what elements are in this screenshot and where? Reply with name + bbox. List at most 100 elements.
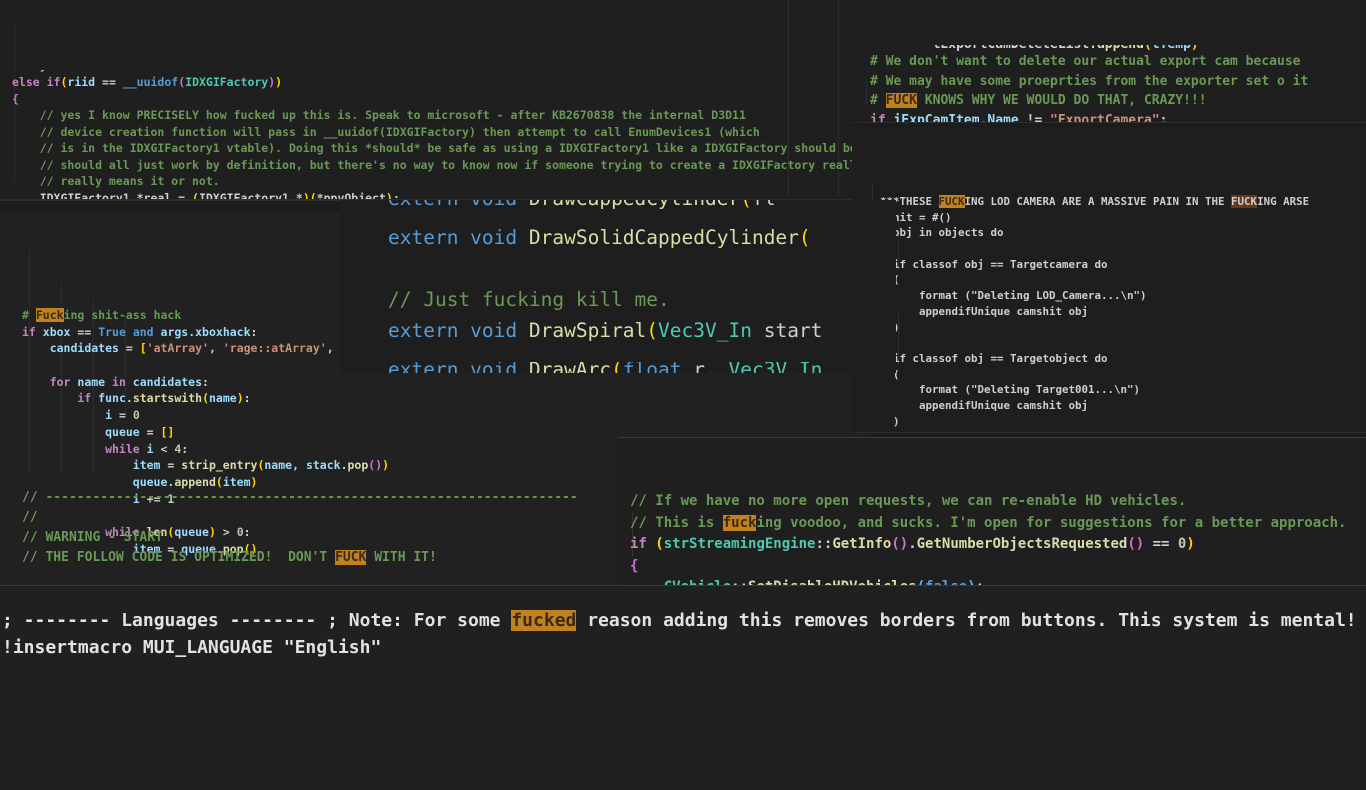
code-segment: < <box>153 441 175 456</box>
code-line: if iExpCamItem.Name != "ExportCamera": <box>870 111 1366 123</box>
panel-lod-camera: --***THESE FUCKING LOD CAMERA ARE A MASS… <box>852 127 1366 433</box>
find-match-highlight: Fuck <box>35 308 64 322</box>
code-segment: item <box>222 474 251 489</box>
code-segment: () <box>368 458 383 473</box>
code-segment: "ExportCamera" <box>1050 112 1160 123</box>
code-segment: ) <box>867 414 900 428</box>
code-segment: ( <box>646 319 659 342</box>
find-match-highlight: fucked <box>511 610 577 631</box>
code-segment: ( <box>192 190 199 201</box>
code-line: ) <box>867 320 1366 336</box>
code-segment: ) <box>1191 45 1199 52</box>
code-line: format ("Deleting Target001...\n") <box>867 382 1366 398</box>
code-line: if func.startswith(name): <box>22 390 870 407</box>
code-line: // really means it or not. <box>12 173 860 190</box>
code-segment: WITH IT! <box>366 550 437 565</box>
code-segment: pop <box>347 458 369 473</box>
code-segment: float <box>623 362 682 373</box>
panel-nsis-languages: ; -------- Languages -------- ; Note: Fo… <box>0 585 1366 790</box>
panel-hd-vehicles: // If we have no more open requests, we … <box>618 437 1366 589</box>
code-segment: ( <box>1144 45 1152 52</box>
code-segment: if <box>22 324 43 339</box>
code-line: for name in candidates: <box>22 374 870 391</box>
panel-optimized-warning: // -------------------------------------… <box>22 488 722 578</box>
code-segment: riid <box>67 75 96 89</box>
code-line: i = 0 <box>22 407 870 424</box>
code-segment: Vec3V_In <box>658 319 752 342</box>
code-segment: [] <box>160 424 175 439</box>
code-segment: strip_entry <box>181 458 258 473</box>
code-segment: # We may have some proeprties from the e… <box>870 73 1309 89</box>
code-line: # We may have some proeprties from the e… <box>870 72 1366 92</box>
code-segment: append <box>1097 45 1144 52</box>
code-segment: 0 <box>132 408 140 423</box>
code-segment: ( <box>611 362 623 373</box>
code-line: # We don't want to delete our actual exp… <box>870 52 1366 72</box>
code-segment: { <box>630 557 639 574</box>
code-segment: i <box>146 441 154 456</box>
code-segment: lTemp <box>1152 45 1191 52</box>
code-segment: == <box>1144 536 1178 552</box>
code-segment: IDXGIFactory1 *real = <box>12 190 193 201</box>
code-segment: ; -------- Languages -------- ; Note: Fo… <box>2 610 512 631</box>
code-segment: != <box>1018 112 1051 123</box>
find-match-highlight: FUCK <box>335 550 367 565</box>
code-segment: // This is <box>630 514 723 531</box>
code-segment: GetInfo <box>832 536 892 552</box>
code-segment: = <box>118 341 140 356</box>
code-segment: ing voodoo, and sucks. I'm open for sugg… <box>756 514 1347 531</box>
code-segment: else if <box>12 75 61 89</box>
code-segment: ( <box>215 474 223 489</box>
code-segment: lExportCamDeleteList. <box>870 45 1097 52</box>
code-segment: DrawSolidCappedCylinder <box>528 226 799 249</box>
code-line: ) <box>867 429 1366 432</box>
code-segment: item <box>132 458 161 473</box>
find-match-highlight: FUCK <box>885 93 917 108</box>
code-segment: extern void <box>388 362 529 373</box>
code-segment: while <box>22 441 147 456</box>
code-segment: 'atArray' <box>146 341 209 356</box>
code-segment: : <box>181 441 189 456</box>
code-line: // yes I know PRECISELY how fucked up th… <box>12 107 860 124</box>
code-segment: :: <box>815 536 833 552</box>
code-line: if classof obj == Targetobject do <box>867 351 1366 367</box>
code-segment: , <box>208 341 223 356</box>
code-line: // -------------------------------------… <box>22 488 722 508</box>
code-segment: = <box>112 408 133 423</box>
code-line: format ("Deleting LOD_Camera...\n") <box>867 288 1366 304</box>
panel-draw-helpers: extern void DrawCappedCylinder(flextern … <box>340 200 896 373</box>
code-segment: extern void <box>388 226 529 249</box>
code-segment: extern void <box>388 200 529 210</box>
code-line: ( <box>867 367 1366 383</box>
code-segment: !insertmacro MUI_LANGUAGE "English" <box>2 637 382 658</box>
code-segment: startswith <box>132 391 203 406</box>
code-segment: , <box>326 341 341 356</box>
code-segment: queue <box>105 424 140 439</box>
code-line: // This is fucking voodoo, and sucks. I'… <box>630 513 1366 535</box>
code-segment: IDXGIFactory1 * <box>198 190 303 201</box>
code-line: --***THESE FUCKING LOD CAMERA ARE A MASS… <box>867 194 1366 210</box>
code-segment: strStreamingEngine <box>663 536 816 552</box>
code-line: // <box>22 508 722 528</box>
code-segment: start <box>751 319 823 342</box>
code-segment: iExpCamItem.Name <box>893 112 1019 123</box>
code-segment: if <box>22 391 99 406</box>
code-segment: : <box>243 391 251 406</box>
code-line: # FUCK KNOWS WHY WE WOULD DO THAT, CRAZY… <box>870 91 1366 111</box>
code-segment: DrawSpiral <box>528 319 647 342</box>
code-segment: ( <box>655 536 664 552</box>
code-segment: == <box>95 75 123 89</box>
code-segment: // yes I know PRECISELY how fucked up th… <box>12 108 746 122</box>
code-segment: == <box>70 324 99 339</box>
code-line: !insertmacro MUI_LANGUAGE "English" <box>2 634 1366 661</box>
code-segment: , <box>292 458 306 473</box>
code-segment: . <box>908 536 917 552</box>
code-line: ; -------- Languages -------- ; Note: Fo… <box>2 607 1366 634</box>
code-line: // WARNING - START <box>22 528 722 548</box>
code-segment: if classof obj == Targetcamera do <box>867 257 1108 271</box>
code-segment: Vec3V_In <box>729 362 823 373</box>
code-segment: appendifUnique camshit obj <box>867 398 1089 412</box>
